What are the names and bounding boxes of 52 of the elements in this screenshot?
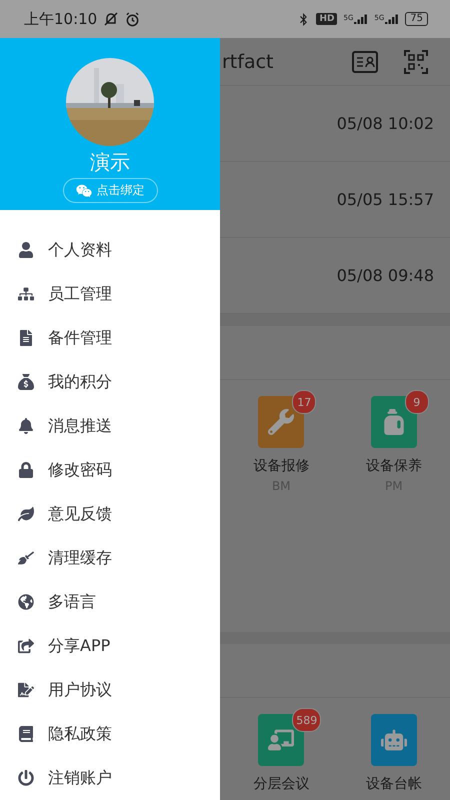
document-icon xyxy=(17,330,35,346)
menu-item[interactable]: 意见反馈 xyxy=(48,504,112,524)
app-title: rtfact xyxy=(222,50,274,72)
robot-icon xyxy=(380,727,407,753)
menu-item[interactable]: 员工管理 xyxy=(48,284,112,304)
contact-card-icon[interactable] xyxy=(352,50,378,72)
record-time: 05/05 15:57 xyxy=(336,190,434,209)
menu-item[interactable]: 消息推送 xyxy=(48,416,112,436)
book-icon xyxy=(17,726,35,742)
power-icon xyxy=(17,770,35,786)
menu-item[interactable]: 备件管理 xyxy=(48,328,112,348)
broom-icon xyxy=(17,550,35,566)
tile-label: 设备报修 xyxy=(253,457,310,475)
menu-item[interactable]: 用户协议 xyxy=(48,680,112,700)
count-badge: 589 xyxy=(292,708,322,732)
tile-label: 设备保养 xyxy=(366,457,422,475)
menu-item[interactable]: 注销账户 xyxy=(48,768,112,788)
menu-item[interactable]: 清理缓存 xyxy=(48,548,112,568)
menu-item[interactable]: 多语言 xyxy=(48,592,96,612)
record-time: 05/08 10:02 xyxy=(336,114,434,133)
menu-item[interactable]: 我的积分 xyxy=(48,372,112,392)
signal-icon xyxy=(354,14,368,24)
signature-icon xyxy=(17,682,35,698)
user-icon xyxy=(17,242,35,258)
count-badge: 9 xyxy=(404,390,429,414)
module-tile[interactable] xyxy=(370,714,417,766)
menu-item[interactable]: 个人资料 xyxy=(48,240,112,260)
lock-icon xyxy=(17,462,35,478)
record-time: 05/08 09:48 xyxy=(336,266,434,285)
hd-label: HD xyxy=(316,13,338,25)
qr-scan-icon[interactable] xyxy=(404,50,428,74)
share-icon xyxy=(17,638,35,654)
wrench-icon xyxy=(268,409,294,435)
mute-bell-icon xyxy=(103,11,120,27)
battery-level: 75 xyxy=(405,12,428,26)
user-name: 演示 xyxy=(90,149,130,176)
menu-item[interactable]: 修改密码 xyxy=(48,460,112,480)
tile-label: 设备台帐 xyxy=(366,775,422,793)
menu-item[interactable]: 隐私政策 xyxy=(48,724,112,744)
presentation-icon xyxy=(268,727,294,753)
alarm-icon xyxy=(125,12,140,26)
tile-label: 分层会议 xyxy=(253,775,310,793)
globe-icon xyxy=(17,594,35,610)
money-bag-icon xyxy=(17,374,35,390)
chat-bubbles-icon xyxy=(76,182,92,198)
menu-item[interactable]: 分享APP xyxy=(48,636,110,656)
count-badge: 17 xyxy=(292,390,316,414)
signal-icon xyxy=(385,14,400,24)
leaf-icon xyxy=(17,506,35,522)
status-time: 上午10:10 xyxy=(24,10,98,28)
bell-icon xyxy=(17,418,35,434)
org-chart-icon xyxy=(17,286,35,302)
